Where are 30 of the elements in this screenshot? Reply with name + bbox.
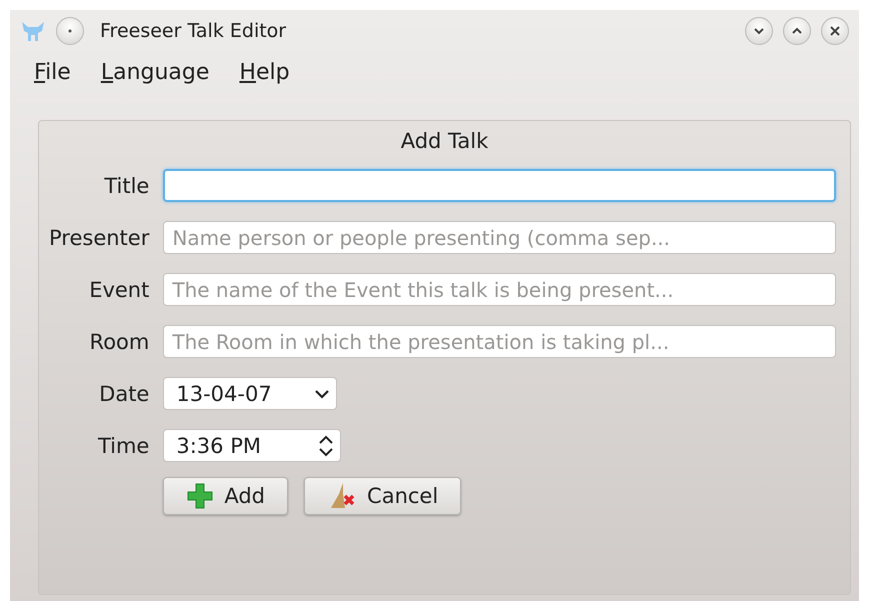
time-field[interactable]: 3:36 PM <box>163 429 342 462</box>
spinner-arrows-icon <box>318 434 334 456</box>
chevron-down-icon <box>314 388 330 398</box>
cancel-button[interactable]: Cancel <box>304 477 462 515</box>
menu-item[interactable]: File <box>34 60 71 100</box>
field-label: Time <box>98 434 150 458</box>
field-label: Title <box>104 174 150 198</box>
plus-icon <box>186 482 214 510</box>
window-title: Freeseer Talk Editor <box>100 20 288 42</box>
text-field[interactable]: The name of the Event this talk is being present... <box>163 273 836 306</box>
add-button[interactable]: Add <box>163 477 288 515</box>
text-field[interactable]: Name person or people presenting (comma sep... <box>163 221 836 254</box>
group-title: Add Talk <box>400 129 488 153</box>
field-label: Room <box>90 330 150 354</box>
field-label: Presenter <box>49 226 150 250</box>
menu-item[interactable]: Language <box>100 60 210 100</box>
close-icon <box>829 25 841 37</box>
chevron-down-icon <box>753 27 765 35</box>
text-field[interactable] <box>163 169 836 202</box>
chevron-up-icon <box>791 27 803 35</box>
minimize-button[interactable] <box>745 17 773 45</box>
close-button[interactable] <box>821 17 849 45</box>
menu-item[interactable]: Help <box>239 60 290 100</box>
date-field[interactable]: 13-04-07 <box>163 377 338 410</box>
maximize-button[interactable] <box>783 17 811 45</box>
dot-icon <box>68 29 72 33</box>
field-label: Date <box>99 382 150 406</box>
app-logo-icon <box>20 19 46 43</box>
field-label: Event <box>89 278 150 302</box>
text-field[interactable]: The Room in which the presentation is taking pl... <box>163 325 836 358</box>
